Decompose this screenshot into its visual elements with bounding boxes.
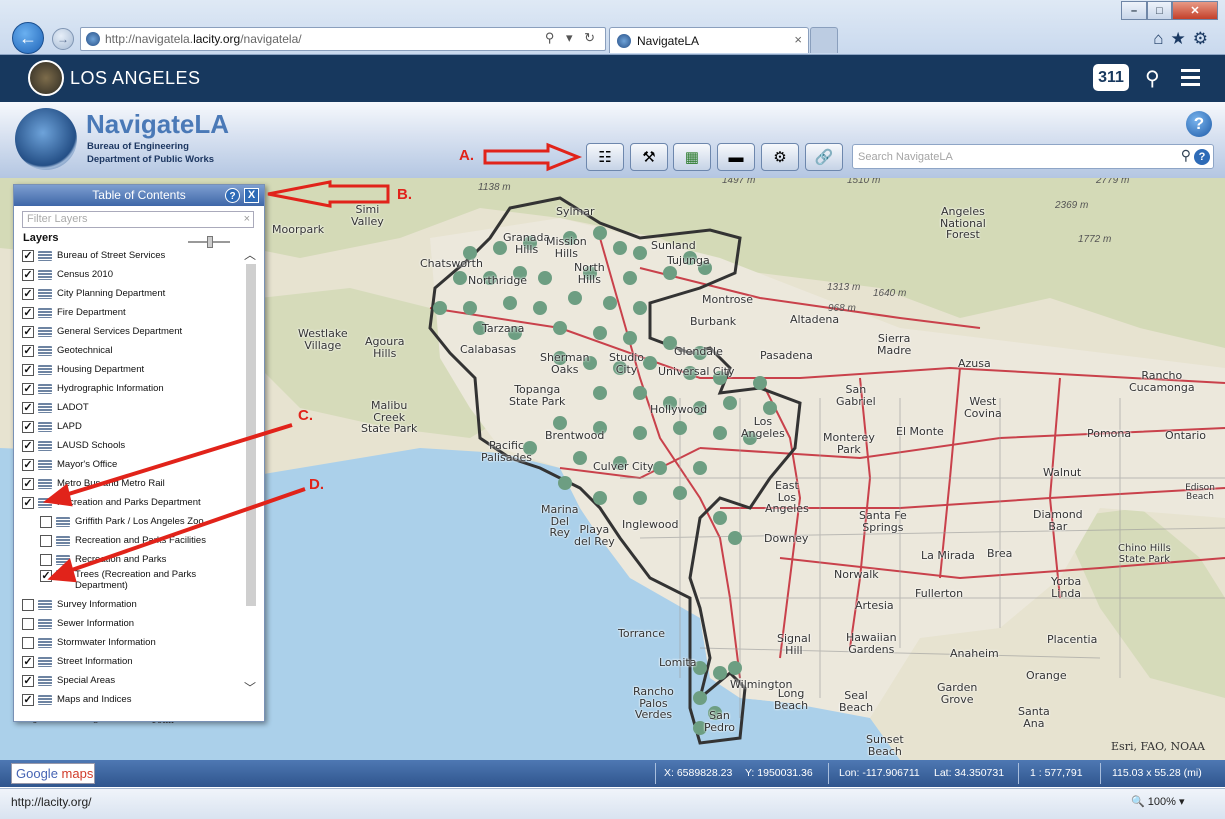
annotation-arrows xyxy=(43,142,583,583)
annotation-d: D. xyxy=(309,476,324,493)
y-coordinate: Y: 1950031.36 xyxy=(745,767,813,779)
longitude: Lon: -117.906711 xyxy=(839,767,920,779)
browser-status-bar xyxy=(0,788,1225,819)
latitude: Lat: 34.350731 xyxy=(934,767,1005,779)
status-url: http://lacity.org/ xyxy=(11,795,92,809)
map-extent: 115.03 x 55.28 (mi) xyxy=(1112,767,1202,779)
app-window: – □ ✕ ← → http://navigatela.lacity.org/n… xyxy=(0,0,1225,819)
annotation-a: A. xyxy=(459,147,474,164)
annotation-c: C. xyxy=(298,407,313,424)
zoom-control[interactable]: 🔍 100% ▾ xyxy=(1131,795,1184,808)
x-coordinate: X: 6589828.23 xyxy=(664,767,733,779)
map-scale: 1 : 577,791 xyxy=(1030,767,1083,779)
annotation-b: B. xyxy=(397,186,412,203)
google-maps-button[interactable]: Google maps xyxy=(11,763,95,784)
